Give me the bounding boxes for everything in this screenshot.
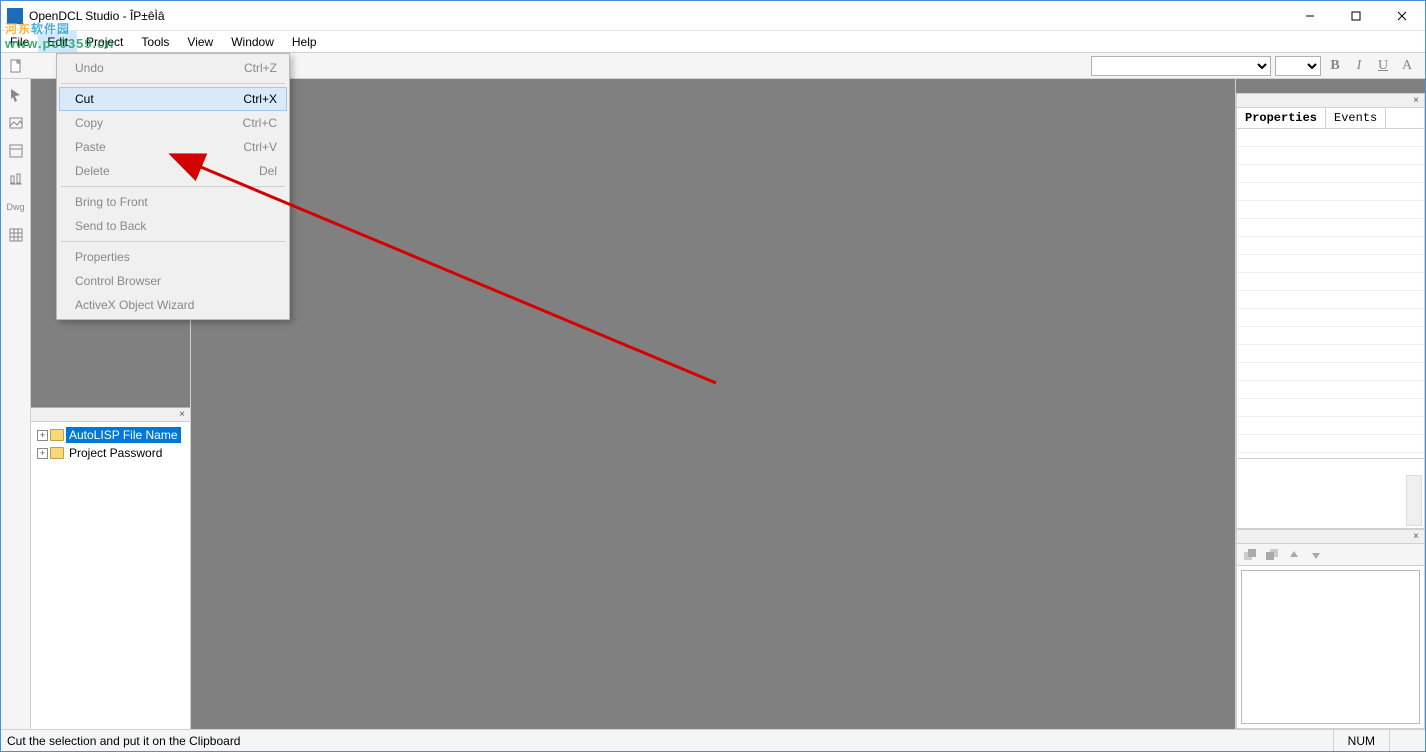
menu-separator — [61, 186, 285, 187]
italic-button[interactable]: I — [1349, 56, 1369, 76]
align-button[interactable]: A — [1397, 56, 1417, 76]
properties-panel: × Properties Events — [1236, 93, 1425, 529]
design-canvas[interactable] — [191, 79, 1235, 729]
menuitem-undo[interactable]: Undo Ctrl+Z — [59, 56, 287, 80]
expand-icon[interactable]: + — [37, 448, 48, 459]
picture-tool[interactable] — [4, 111, 28, 135]
menu-project[interactable]: Project — [77, 31, 132, 52]
tree-item-autolisp[interactable]: + AutoLISP File Name — [33, 426, 188, 444]
edit-menu-dropdown: Undo Ctrl+Z Cut Ctrl+X Copy Ctrl+C Paste… — [56, 53, 290, 320]
zorder-header: × — [1237, 530, 1424, 544]
window-buttons — [1287, 1, 1425, 30]
move-down-icon[interactable] — [1307, 546, 1325, 564]
app-window: OpenDCL Studio - ÎP±êÌâ File Edit Projec… — [0, 0, 1426, 752]
menuitem-cut[interactable]: Cut Ctrl+X — [59, 87, 287, 111]
menuitem-properties[interactable]: Properties — [59, 245, 287, 269]
right-gap — [1236, 79, 1425, 93]
statusbar: Cut the selection and put it on the Clip… — [1, 729, 1425, 751]
folder-icon — [50, 447, 64, 459]
status-num: NUM — [1333, 730, 1389, 751]
tab-events[interactable]: Events — [1326, 108, 1386, 128]
expand-icon[interactable]: + — [37, 430, 48, 441]
menu-view[interactable]: View — [178, 31, 222, 52]
menuitem-copy[interactable]: Copy Ctrl+C — [59, 111, 287, 135]
bring-front-icon[interactable] — [1241, 546, 1259, 564]
menubar: File Edit Project Tools View Window Help — [1, 31, 1425, 53]
tree-panel-header: × — [31, 408, 190, 422]
menuitem-control-browser[interactable]: Control Browser — [59, 269, 287, 293]
properties-tabs: Properties Events — [1237, 108, 1424, 129]
font-size-select[interactable] — [1275, 56, 1321, 76]
properties-description — [1237, 458, 1424, 528]
zorder-panel: × — [1236, 529, 1425, 729]
menu-help[interactable]: Help — [283, 31, 326, 52]
tree-item-password[interactable]: + Project Password — [33, 444, 188, 462]
menuitem-bring-to-front[interactable]: Bring to Front — [59, 190, 287, 214]
menuitem-send-to-back[interactable]: Send to Back — [59, 214, 287, 238]
menu-separator — [61, 83, 285, 84]
font-controls: B I U A — [1091, 56, 1421, 76]
menuitem-activex-wizard[interactable]: ActiveX Object Wizard — [59, 293, 287, 317]
send-back-icon[interactable] — [1263, 546, 1281, 564]
description-scrollbar[interactable] — [1406, 475, 1422, 526]
menuitem-paste[interactable]: Paste Ctrl+V — [59, 135, 287, 159]
font-family-select[interactable] — [1091, 56, 1271, 76]
menuitem-delete[interactable]: Delete Del — [59, 159, 287, 183]
project-tree-panel: × + AutoLISP File Name + Project Passwor… — [31, 407, 190, 729]
vertical-toolbox: Dwg — [1, 79, 31, 729]
close-button[interactable] — [1379, 1, 1425, 30]
underline-button[interactable]: U — [1373, 56, 1393, 76]
properties-close-button[interactable]: × — [1410, 95, 1422, 107]
tree-label: AutoLISP File Name — [66, 427, 181, 443]
app-icon — [7, 8, 23, 24]
menu-tools[interactable]: Tools — [132, 31, 178, 52]
minimize-button[interactable] — [1287, 1, 1333, 30]
zorder-list[interactable] — [1241, 570, 1420, 724]
new-file-button[interactable] — [5, 55, 27, 77]
menu-edit[interactable]: Edit — [38, 31, 77, 52]
folder-icon — [50, 429, 64, 441]
status-empty — [1389, 730, 1419, 751]
zorder-close-button[interactable]: × — [1410, 531, 1422, 543]
maximize-button[interactable] — [1333, 1, 1379, 30]
zorder-toolbar — [1237, 544, 1424, 566]
tree-close-button[interactable]: × — [176, 409, 188, 421]
pointer-tool[interactable] — [4, 83, 28, 107]
menu-file[interactable]: File — [1, 31, 38, 52]
move-up-icon[interactable] — [1285, 546, 1303, 564]
menu-separator — [61, 241, 285, 242]
dwg-tool[interactable]: Dwg — [4, 195, 28, 219]
form-tool[interactable] — [4, 139, 28, 163]
align-tool[interactable] — [4, 167, 28, 191]
window-title: OpenDCL Studio - ÎP±êÌâ — [29, 9, 165, 23]
grid-tool[interactable] — [4, 223, 28, 247]
properties-header: × — [1237, 94, 1424, 108]
status-hint: Cut the selection and put it on the Clip… — [7, 734, 240, 748]
bold-button[interactable]: B — [1325, 56, 1345, 76]
properties-grid[interactable] — [1237, 129, 1424, 458]
tree-label: Project Password — [66, 445, 165, 461]
tab-properties[interactable]: Properties — [1237, 108, 1326, 128]
right-column: × Properties Events — [1235, 79, 1425, 729]
menu-window[interactable]: Window — [222, 31, 283, 52]
tree-body[interactable]: + AutoLISP File Name + Project Password — [31, 422, 190, 729]
titlebar: OpenDCL Studio - ÎP±êÌâ — [1, 1, 1425, 31]
